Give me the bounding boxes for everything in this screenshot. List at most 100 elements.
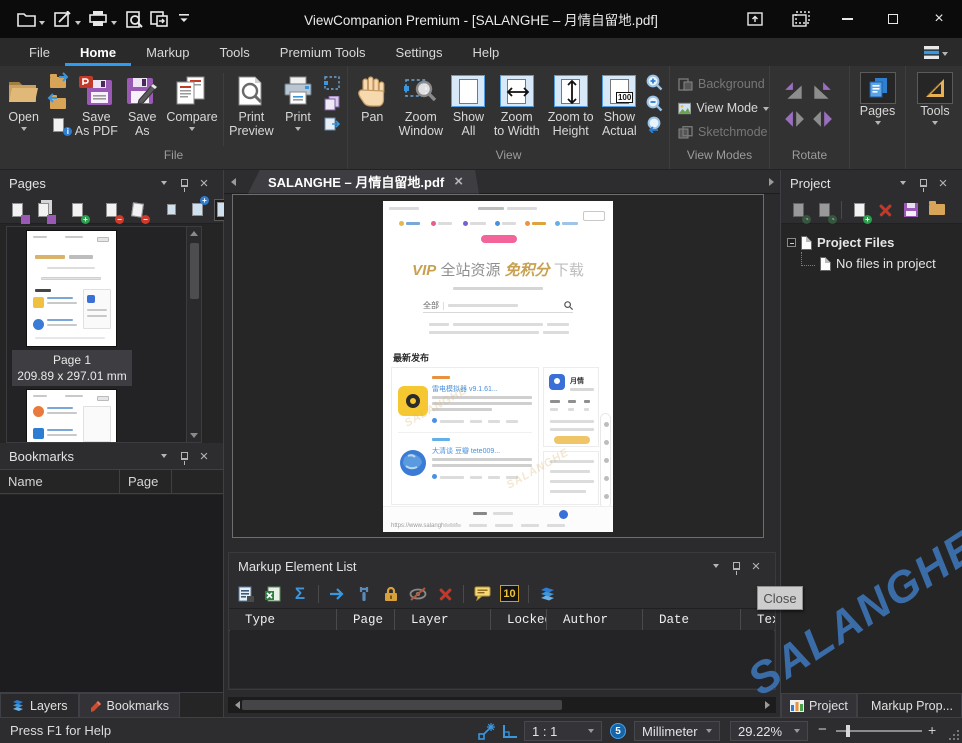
project-tree-empty[interactable]: No files in project [787, 253, 956, 274]
menu-tools[interactable]: Tools [204, 38, 264, 66]
tree-collapse-icon[interactable] [787, 238, 796, 247]
pan-button[interactable]: Pan [350, 71, 395, 125]
recent-folder-forward-icon[interactable] [48, 74, 68, 91]
unit-select[interactable]: Millimeter [634, 721, 720, 741]
tab-scroll-left-icon[interactable] [224, 178, 242, 186]
horizontal-scrollbar[interactable] [228, 697, 776, 713]
project-reload-icon[interactable]: ◔ [815, 199, 833, 221]
bookmarks-close-icon[interactable]: × [194, 449, 214, 464]
bookmarks-list-body[interactable] [0, 495, 223, 693]
markup-report-icon[interactable] [237, 583, 255, 605]
markup-col-text[interactable]: Tex [741, 609, 775, 630]
delete-all-pages-icon[interactable]: − [128, 199, 146, 221]
zoom-to-width-button[interactable]: Zoom to Width [490, 71, 544, 139]
print-icon[interactable] [86, 7, 110, 31]
zoom-in-icon[interactable] [644, 74, 664, 91]
zoom-slider-thumb[interactable] [846, 725, 850, 737]
project-menu-chevron-icon[interactable] [893, 181, 913, 185]
menu-help[interactable]: Help [458, 38, 515, 66]
zoom-slider[interactable] [836, 730, 922, 732]
minimize-button[interactable] [824, 0, 870, 38]
flip-horizontal-icon[interactable] [811, 108, 837, 134]
rotate-right-icon[interactable] [811, 80, 837, 106]
project-tree-root[interactable]: Project Files [787, 232, 956, 253]
markup-layers-icon[interactable] [538, 583, 556, 605]
pages-pin-icon[interactable] [174, 179, 194, 187]
project-pin-icon[interactable] [913, 179, 933, 187]
zoom-level-select[interactable]: 29.22% [730, 721, 808, 741]
bookmarks-menu-chevron-icon[interactable] [154, 454, 174, 458]
snap-point-icon[interactable] [478, 722, 496, 743]
close-button[interactable]: × [916, 0, 962, 38]
markup-delete-icon[interactable] [436, 583, 454, 605]
zoom-to-height-button[interactable]: Zoom to Height [544, 71, 598, 139]
tab-project[interactable]: Project [781, 693, 857, 717]
flip-vertical-icon[interactable] [783, 108, 809, 134]
open-button[interactable]: Open [2, 71, 45, 132]
scroll-down-icon[interactable] [190, 433, 198, 438]
zoom-out-button[interactable]: − [818, 721, 827, 738]
print-preview-button[interactable]: Print Preview [226, 71, 277, 139]
markup-col-locked[interactable]: Locked [491, 609, 547, 630]
markup-col-type[interactable]: Type [229, 609, 337, 630]
open-dropdown-icon[interactable] [39, 21, 45, 25]
markup-menu-chevron-icon[interactable] [706, 564, 726, 568]
project-open-folder-icon[interactable] [928, 199, 946, 221]
page1-thumbnail[interactable] [27, 231, 116, 346]
markup-col-layer[interactable]: Layer [395, 609, 491, 630]
bookmarks-col-name[interactable]: Name [0, 470, 120, 493]
pages-scrollbar-thumb[interactable] [190, 243, 199, 299]
print-preview-icon[interactable] [122, 7, 146, 31]
compare-button[interactable]: Compare [163, 71, 221, 132]
tab-layers[interactable]: Layers [0, 693, 79, 717]
sketchmode-toggle[interactable]: Sketchmode [670, 120, 769, 144]
thumbnail-small-icon[interactable] [162, 199, 180, 221]
resize-grip[interactable] [957, 738, 959, 740]
view-mode-button[interactable]: View Mode [670, 96, 769, 120]
menu-home[interactable]: Home [65, 38, 131, 66]
markup-export-excel-icon[interactable] [264, 583, 282, 605]
project-save-icon[interactable] [902, 199, 920, 221]
print-dropdown-icon[interactable] [111, 21, 117, 25]
markup-edit-properties-icon[interactable] [355, 583, 373, 605]
project-close-icon[interactable]: × [933, 176, 953, 191]
markup-comment-icon[interactable] [473, 583, 491, 605]
document-tab[interactable]: SALANGHE – 月情自留地.pdf × [248, 170, 479, 194]
zoom-previous-icon[interactable] [644, 116, 664, 133]
markup-close-icon[interactable]: × [746, 559, 766, 574]
ortho-mode-icon[interactable] [502, 724, 518, 742]
scroll-up-icon[interactable] [190, 231, 198, 236]
markup-goto-icon[interactable] [328, 583, 346, 605]
delete-page-icon[interactable]: − [102, 199, 120, 221]
menu-markup[interactable]: Markup [131, 38, 204, 66]
zoom-window-button[interactable]: Zoom Window [395, 71, 448, 139]
export-image-icon[interactable] [147, 7, 171, 31]
folder-back-icon[interactable] [48, 95, 68, 112]
document-tab-close-icon[interactable]: × [454, 174, 463, 189]
edit-markup-icon[interactable] [50, 7, 74, 31]
restore-document-window-icon[interactable] [732, 0, 778, 38]
pages-button[interactable]: Pages [855, 71, 901, 126]
ribbon-style-icon[interactable] [924, 46, 948, 59]
tab-markup-properties[interactable]: Markup Prop... [857, 693, 962, 717]
markup-table-body[interactable] [230, 630, 774, 688]
scale-select[interactable]: 1 : 1 [524, 721, 602, 741]
project-remove-file-icon[interactable] [876, 199, 894, 221]
pages-menu-chevron-icon[interactable] [154, 181, 174, 185]
tab-bookmarks[interactable]: Bookmarks [79, 693, 181, 717]
tab-scroll-right-icon[interactable] [762, 178, 780, 186]
markup-sum-icon[interactable]: Σ [291, 583, 309, 605]
copy-view-icon[interactable] [322, 74, 342, 91]
cascade-windows-icon[interactable] [778, 0, 824, 38]
edit-dropdown-icon[interactable] [75, 21, 81, 25]
page2-thumbnail[interactable] [27, 390, 116, 443]
open-file-icon[interactable] [14, 7, 38, 31]
markup-lock-icon[interactable] [382, 583, 400, 605]
save-page-icon[interactable] [8, 199, 26, 221]
pages-close-icon[interactable]: × [194, 176, 214, 191]
document-viewport[interactable]: VIP 全站资源 免积分 下载 全部 最新发布 [232, 194, 764, 538]
markup-count-badge[interactable]: 10 [500, 585, 519, 602]
show-actual-button[interactable]: 100 Show Actual [598, 71, 641, 139]
print-button[interactable]: Print [277, 71, 319, 132]
menu-file[interactable]: File [14, 38, 65, 66]
